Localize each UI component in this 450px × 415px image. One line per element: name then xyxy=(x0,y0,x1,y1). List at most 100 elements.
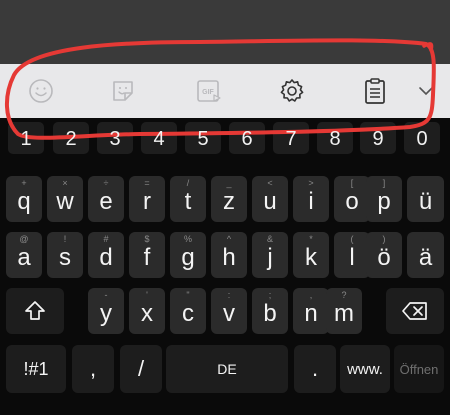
clipboard-icon[interactable] xyxy=(358,74,392,108)
key-label: s xyxy=(59,244,71,271)
key-label: r xyxy=(143,188,151,215)
key-8[interactable]: 8 xyxy=(315,118,355,160)
key-label: Öffnen xyxy=(399,361,439,377)
key-w[interactable]: × w xyxy=(47,176,83,222)
key-m[interactable]: ? m xyxy=(326,288,362,334)
key-label: 6 xyxy=(241,127,253,150)
key-label: ö xyxy=(377,244,391,271)
key-y[interactable]: -y xyxy=(88,288,124,334)
number-row: 1 2 3 4 5 6 7 8 9 0 xyxy=(0,118,450,160)
key-a[interactable]: @ a xyxy=(6,232,42,278)
comma-key[interactable]: , xyxy=(72,345,114,393)
key-q[interactable]: + q xyxy=(6,176,42,222)
key-label: v xyxy=(223,300,235,327)
key-n[interactable]: ,n xyxy=(293,288,329,334)
key-c[interactable]: " c xyxy=(170,288,206,334)
key-k[interactable]: * k xyxy=(293,232,329,278)
key-1[interactable]: 1 xyxy=(6,118,46,160)
key-g[interactable]: % g xyxy=(170,232,206,278)
key-label: ä xyxy=(418,244,433,271)
enter-key[interactable]: Öffnen xyxy=(394,345,444,393)
key-u-umlaut[interactable]: ü xyxy=(407,176,444,222)
key-hint: = xyxy=(144,178,150,188)
key-z[interactable]: _ z xyxy=(211,176,247,222)
key-j[interactable]: & j xyxy=(252,232,288,278)
key-hint: - xyxy=(104,290,108,300)
key-h[interactable]: ^ h xyxy=(211,232,247,278)
key-label: l xyxy=(349,244,355,271)
key-label: 1 xyxy=(20,127,32,150)
key-p[interactable]: ] p xyxy=(366,176,402,222)
key-hint: [ xyxy=(350,178,354,188)
key-3[interactable]: 3 xyxy=(95,118,135,160)
key-b[interactable]: ; b xyxy=(252,288,288,334)
key-d[interactable]: # d xyxy=(88,232,124,278)
key-hint: : xyxy=(227,290,231,300)
key-x[interactable]: ' x xyxy=(129,288,165,334)
key-v[interactable]: :v xyxy=(211,288,247,334)
key-7[interactable]: 7 xyxy=(271,118,311,160)
gif-icon[interactable]: GIF xyxy=(192,74,226,108)
gif-label: GIF xyxy=(202,89,214,96)
key-label: ü xyxy=(418,188,433,215)
key-hint: " xyxy=(186,290,190,300)
key-e[interactable]: ÷ e xyxy=(88,176,124,222)
key-label: . xyxy=(311,356,319,381)
key-label: g xyxy=(181,244,195,271)
settings-gear-icon[interactable] xyxy=(275,74,309,108)
key-hint: * xyxy=(309,234,313,244)
slash-key[interactable]: / xyxy=(120,345,162,393)
key-label: n xyxy=(304,300,318,327)
www-key[interactable]: www. xyxy=(340,345,390,393)
key-6[interactable]: 6 xyxy=(227,118,267,160)
key-label: 9 xyxy=(372,127,384,150)
key-s[interactable]: ! s xyxy=(47,232,83,278)
sticker-icon[interactable] xyxy=(106,74,140,108)
key-label: y xyxy=(100,300,112,327)
backspace-key[interactable] xyxy=(386,288,444,334)
key-t[interactable]: / t xyxy=(170,176,206,222)
key-hint: < xyxy=(267,178,273,188)
key-label: !#1 xyxy=(23,358,49,379)
shift-key[interactable] xyxy=(6,288,64,334)
key-4[interactable]: 4 xyxy=(139,118,179,160)
key-hint: ÷ xyxy=(103,178,109,188)
key-hint: ( xyxy=(350,234,354,244)
space-bar[interactable]: DE xyxy=(166,345,288,393)
key-0[interactable]: 0 xyxy=(402,118,442,160)
key-2[interactable]: 2 xyxy=(51,118,91,160)
space-language-label: DE xyxy=(217,361,237,377)
key-hint: ? xyxy=(341,290,347,300)
key-o[interactable]: [o xyxy=(334,176,370,222)
key-hint: % xyxy=(183,234,192,244)
key-hint: ; xyxy=(268,290,272,300)
key-i[interactable]: > i xyxy=(293,176,329,222)
chevron-down-icon[interactable] xyxy=(412,74,440,108)
key-hint: + xyxy=(21,178,27,188)
key-label: 4 xyxy=(153,127,165,150)
period-key[interactable]: . xyxy=(294,345,336,393)
key-u[interactable]: < u xyxy=(252,176,288,222)
key-9[interactable]: 9 xyxy=(358,118,398,160)
key-r[interactable]: = r xyxy=(129,176,165,222)
keyboard-toolbar: GIF xyxy=(0,64,450,118)
key-hint: ' xyxy=(146,290,148,300)
shift-arrow-icon xyxy=(25,301,45,320)
key-label: m xyxy=(334,300,354,327)
key-hint: × xyxy=(62,178,68,188)
key-label: z xyxy=(223,188,235,215)
key-label: f xyxy=(143,244,151,271)
key-5[interactable]: 5 xyxy=(183,118,223,160)
key-f[interactable]: $ f xyxy=(129,232,165,278)
key-hint: ^ xyxy=(226,234,232,244)
symbols-key[interactable]: !#1 xyxy=(6,345,66,393)
backspace-icon xyxy=(402,302,427,320)
key-label: 8 xyxy=(329,127,341,150)
key-o-umlaut[interactable]: ) ö xyxy=(366,232,402,278)
key-label: 7 xyxy=(285,127,297,150)
emoji-icon[interactable] xyxy=(24,74,58,108)
key-label: i xyxy=(308,188,314,215)
key-a-umlaut[interactable]: ä xyxy=(407,232,444,278)
key-label: q xyxy=(17,188,31,215)
key-l[interactable]: (l xyxy=(334,232,370,278)
